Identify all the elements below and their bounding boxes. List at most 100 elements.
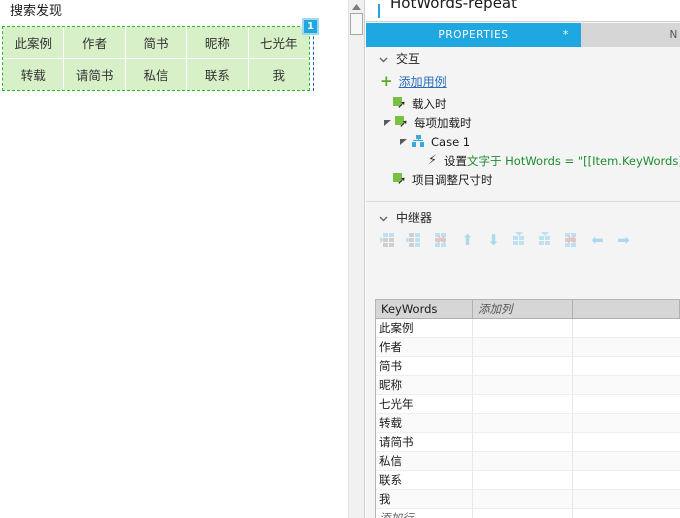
table-cell[interactable] xyxy=(573,357,680,375)
repeater-cell[interactable]: 转载 xyxy=(3,59,64,90)
table-cell[interactable] xyxy=(473,490,573,508)
table-row[interactable]: 请简书 xyxy=(376,433,680,452)
table-cell[interactable]: 七光年 xyxy=(376,395,473,413)
repeater-cell-grid[interactable]: 此案例 作者 简书 昵称 七光年 转载 请简书 私信 联系 我 xyxy=(3,27,309,90)
scrollbar-thumb[interactable] xyxy=(350,13,363,35)
table-row[interactable]: 联系 xyxy=(376,471,680,490)
table-cell[interactable]: 转载 xyxy=(376,414,473,432)
table-cell[interactable] xyxy=(473,452,573,470)
table-row[interactable]: 昵称 xyxy=(376,376,680,395)
table-cell[interactable]: 简书 xyxy=(376,357,473,375)
table-cell[interactable] xyxy=(473,376,573,394)
table-row[interactable]: 我 xyxy=(376,490,680,509)
action-verb: 设置 xyxy=(444,153,467,168)
table-cell[interactable] xyxy=(473,338,573,356)
tree-row-on-item-resize[interactable]: ➚ 项目调整尺寸时 xyxy=(366,170,680,189)
table-cell[interactable] xyxy=(573,376,680,394)
section-divider xyxy=(366,201,680,202)
table-cell[interactable] xyxy=(473,319,573,337)
app-root: 搜索发现 此案例 作者 简书 昵称 七光年 转载 请简书 私信 联系 我 1 H… xyxy=(0,0,680,518)
properties-tabbar[interactable]: PROPERTIES * N xyxy=(366,23,680,47)
tab-properties[interactable]: PROPERTIES * xyxy=(366,23,581,47)
table-cell[interactable] xyxy=(573,395,680,413)
table-cell[interactable]: 昵称 xyxy=(376,376,473,394)
plus-icon[interactable]: + xyxy=(380,73,393,89)
repeater-cell[interactable]: 七光年 xyxy=(248,27,309,58)
table-cell[interactable] xyxy=(573,338,680,356)
move-left-icon[interactable]: ⬅ xyxy=(588,232,605,248)
tree-row-on-item-load[interactable]: ➚ 每项加载时 xyxy=(366,113,680,132)
table-cell[interactable]: 请简书 xyxy=(376,433,473,451)
tree-row-case-1[interactable]: Case 1 xyxy=(366,132,680,151)
add-use-case-row[interactable]: + 添加用例 xyxy=(366,71,680,91)
repeater-cell[interactable]: 昵称 xyxy=(187,27,248,58)
repeater-cell[interactable]: 联系 xyxy=(187,59,248,90)
table-cell[interactable] xyxy=(573,509,680,518)
repeater-dataset-table[interactable]: KeyWords 添加列 此案例 作者 简书 昵称 七光年 转载 请简书 私信 … xyxy=(375,299,680,518)
table-cell[interactable] xyxy=(473,414,573,432)
table-row[interactable]: 七光年 xyxy=(376,395,680,414)
table-cell[interactable]: 联系 xyxy=(376,471,473,489)
chevron-down-icon[interactable] xyxy=(378,54,389,65)
table-row[interactable]: 简书 xyxy=(376,357,680,376)
table-cell[interactable]: 作者 xyxy=(376,338,473,356)
table-cell[interactable] xyxy=(473,509,573,518)
move-right-icon[interactable]: ➡ xyxy=(614,232,631,248)
repeater-cell[interactable]: 私信 xyxy=(125,59,187,90)
table-cell[interactable] xyxy=(473,357,573,375)
tree-label-on-item-resize: 项目调整尺寸时 xyxy=(412,172,493,187)
repeater-cell[interactable]: 我 xyxy=(248,59,309,90)
table-cell[interactable] xyxy=(573,471,680,489)
section-header-interactions[interactable]: 交互 xyxy=(366,47,680,69)
table-row[interactable]: 此案例 xyxy=(376,319,680,338)
interaction-tree[interactable]: ➚ 载入时 ➚ 每项加载时 Case 1 ⚡ 设置 文字于 HotWords =… xyxy=(366,94,680,189)
table-cell[interactable] xyxy=(573,319,680,337)
column-header-add-column[interactable]: 添加列 xyxy=(473,300,573,318)
add-use-case-link[interactable]: 添加用例 xyxy=(399,73,447,90)
vertical-scrollbar[interactable] xyxy=(348,0,365,518)
repeater-cell[interactable]: 简书 xyxy=(125,27,187,58)
table-row[interactable]: 私信 xyxy=(376,452,680,471)
repeater-cell[interactable]: 请简书 xyxy=(64,59,125,90)
event-cursor-icon: ➚ xyxy=(395,116,408,129)
insert-row-below-icon[interactable] xyxy=(536,231,553,248)
repeater-cell[interactable]: 此案例 xyxy=(3,27,64,58)
chevron-down-icon[interactable] xyxy=(378,213,389,224)
insert-column-left-icon[interactable] xyxy=(380,232,397,248)
add-row-label[interactable]: 添加行 xyxy=(376,509,473,518)
insert-column-right-icon[interactable] xyxy=(406,232,423,248)
table-cell[interactable] xyxy=(573,452,680,470)
table-cell[interactable]: 我 xyxy=(376,490,473,508)
insert-row-above-icon[interactable] xyxy=(510,231,527,248)
table-cell[interactable] xyxy=(573,433,680,451)
delete-column-icon[interactable]: ✕ xyxy=(432,232,449,248)
tree-label-onload: 载入时 xyxy=(412,96,447,111)
delete-row-icon[interactable]: ✕ xyxy=(562,232,579,248)
table-cell[interactable] xyxy=(473,433,573,451)
move-up-icon[interactable]: ⬆ xyxy=(458,232,475,248)
table-add-row[interactable]: 添加行 xyxy=(376,509,680,518)
table-cell[interactable] xyxy=(573,414,680,432)
scroll-up-arrow-icon[interactable] xyxy=(349,0,364,13)
table-cell[interactable]: 此案例 xyxy=(376,319,473,337)
expander-triangle-icon[interactable] xyxy=(399,132,408,151)
column-header-keywords[interactable]: KeyWords xyxy=(376,300,473,318)
repeater-cell[interactable]: 作者 xyxy=(64,27,125,58)
move-down-icon[interactable]: ⬇ xyxy=(484,232,501,248)
table-cell[interactable] xyxy=(573,490,680,508)
tree-row-onload[interactable]: ➚ 载入时 xyxy=(366,94,680,113)
design-canvas[interactable]: 搜索发现 此案例 作者 简书 昵称 七光年 转载 请简书 私信 联系 我 1 xyxy=(0,0,340,518)
table-row[interactable]: 作者 xyxy=(376,338,680,357)
properties-panel: HotWords-repeat PROPERTIES * N 交互 + 添加用例 xyxy=(366,0,680,518)
table-cell[interactable] xyxy=(473,471,573,489)
tab-notes[interactable]: N xyxy=(581,23,680,47)
tree-row-set-text-action[interactable]: ⚡ 设置 文字于 HotWords = "[[Item.KeyWords]]" xyxy=(366,151,680,170)
table-cell[interactable]: 私信 xyxy=(376,452,473,470)
expander-triangle-icon[interactable] xyxy=(383,113,392,132)
table-row[interactable]: 转载 xyxy=(376,414,680,433)
repeater-dataset-toolbar[interactable]: ✕ ⬆ ⬇ ✕ ⬅ ➡ xyxy=(366,228,680,252)
table-cell[interactable] xyxy=(473,395,573,413)
widget-name-title: HotWords-repeat xyxy=(390,0,518,12)
section-label-repeater: 中继器 xyxy=(396,210,433,225)
section-header-repeater[interactable]: 中继器 xyxy=(366,206,680,228)
